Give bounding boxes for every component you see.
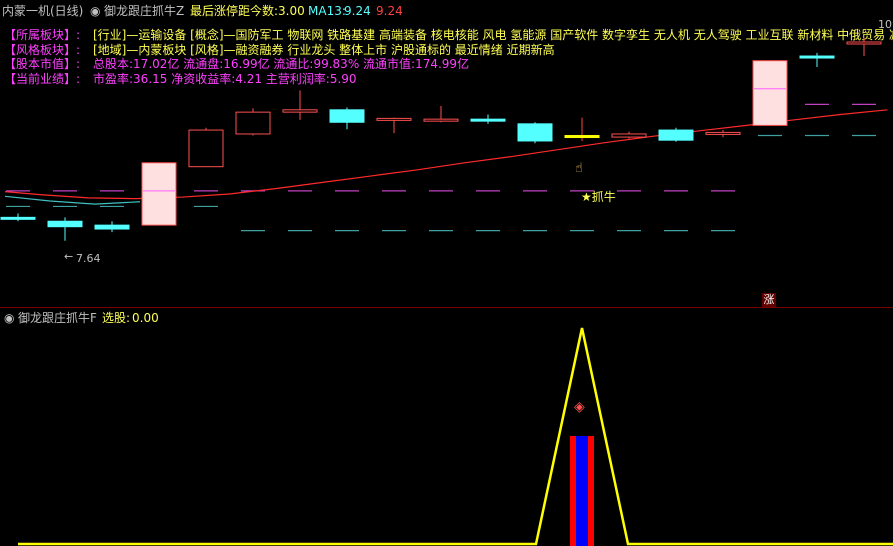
candle-body — [94, 224, 130, 230]
select-label: 选股: — [102, 311, 131, 325]
candle-body — [564, 135, 600, 139]
candle-body — [235, 111, 271, 135]
select-value: 0.00 — [132, 311, 159, 325]
candle-body — [705, 131, 741, 135]
price-chart: ☝◈ — [0, 38, 893, 546]
chart-window: ▼ 内蒙一机(日线) ◉ 御龙跟庄抓牛Z 最后涨停距今数: 3.00 MA13:… — [0, 0, 893, 546]
candle-body — [282, 109, 318, 113]
low-price-label: 7.64 — [76, 252, 101, 265]
candle-body — [47, 220, 83, 228]
ma-short-line — [4, 195, 141, 205]
candle-body — [188, 129, 224, 168]
candle-body — [329, 109, 365, 123]
hand-cursor-icon: ☝ — [575, 161, 583, 176]
signal-bar-inner — [576, 436, 588, 546]
indicator-name-bottom: 御龙跟庄抓牛F — [18, 311, 97, 325]
chevron-down-icon[interactable]: ◉ — [4, 311, 14, 325]
signal-label: ★抓牛 — [581, 190, 616, 204]
signal-triangle — [18, 327, 893, 546]
candle-body — [470, 118, 506, 122]
candle-body — [141, 162, 177, 226]
candle-body — [0, 216, 36, 220]
candle-body — [376, 117, 412, 121]
candle-body — [517, 123, 553, 142]
candle-body — [846, 41, 882, 45]
rise-badge: 涨 — [762, 293, 776, 307]
candle-body — [799, 55, 835, 59]
candle-body — [752, 60, 788, 126]
candle-body — [423, 118, 459, 122]
candle-body — [611, 133, 647, 138]
candle-body — [658, 129, 694, 141]
low-price-arrow: ← — [64, 250, 74, 263]
diamond-icon: ◈ — [574, 399, 585, 415]
panel-divider[interactable] — [0, 307, 893, 308]
